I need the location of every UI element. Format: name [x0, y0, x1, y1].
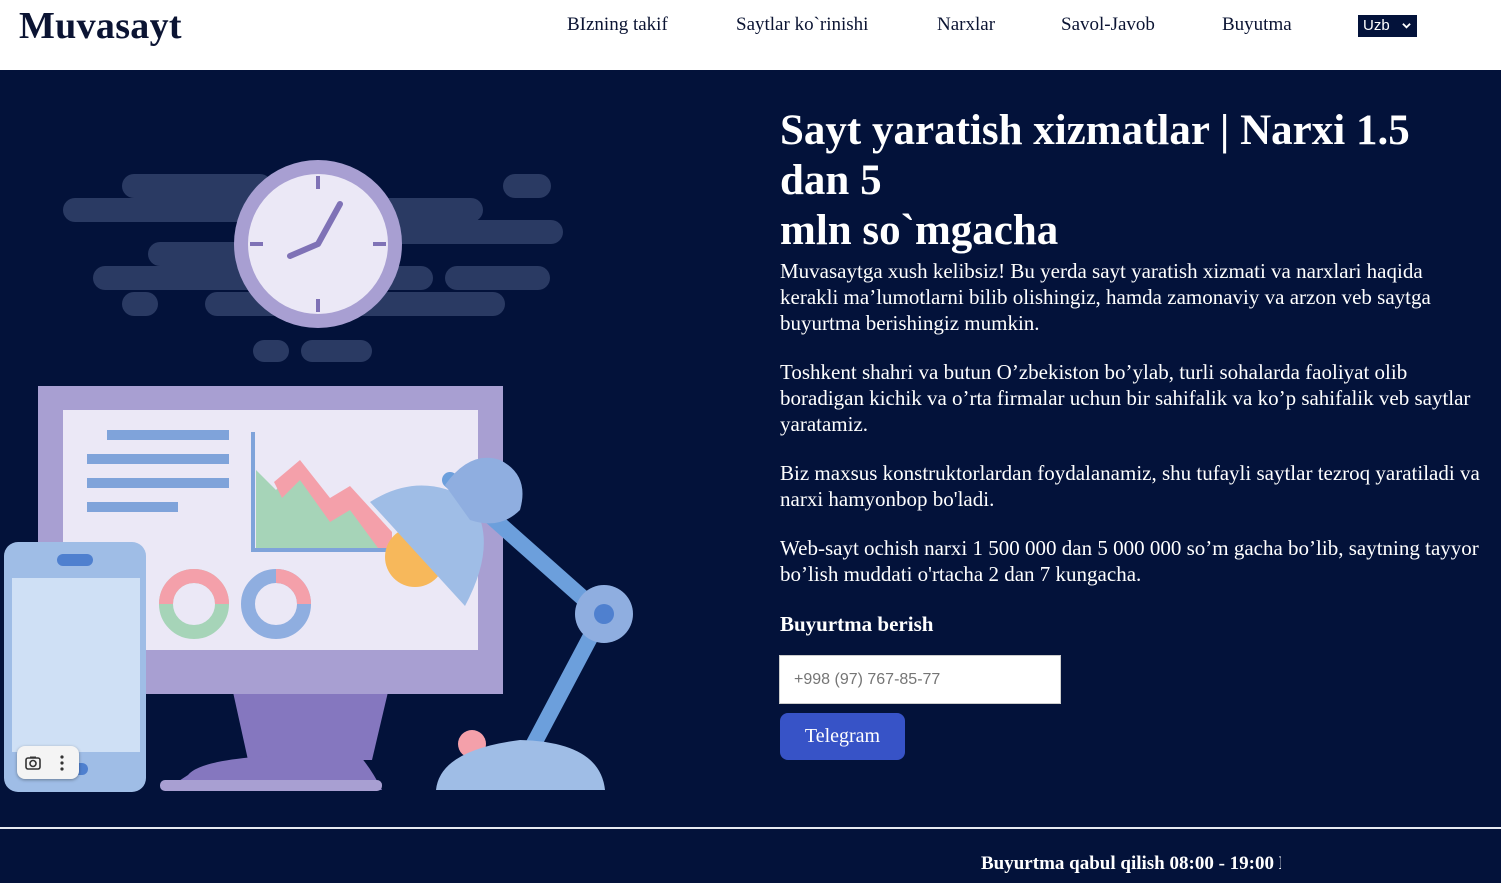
page-title-line: mln so`mgacha: [780, 207, 1059, 254]
nav-item-faq[interactable]: Savol-Javob: [1061, 14, 1155, 36]
camera-icon[interactable]: [24, 754, 42, 772]
hero-section: Sayt yaratish xizmatlar | Narxi 1.5 dan …: [0, 70, 1501, 828]
site-header: Muvasayt BIzning takif Saytlar ko`rinish…: [0, 0, 1501, 70]
price-paragraph: Web-sayt ochish narxi 1 500 000 dan 5 00…: [780, 536, 1479, 586]
working-hours-marquee: Buyurtma qabul qilish 08:00 - 19:00 Dush…: [981, 853, 1281, 874]
telegram-button[interactable]: Telegram: [780, 713, 905, 760]
more-vert-icon[interactable]: [55, 753, 69, 773]
nav-item-prices[interactable]: Narxlar: [937, 14, 995, 36]
nav-item-order[interactable]: Buyutma: [1222, 14, 1292, 36]
page-title: Sayt yaratish xizmatlar | Narxi 1.5 dan …: [780, 106, 1480, 256]
main-nav: BIzning takif Saytlar ko`rinishi Narxlar…: [0, 14, 1501, 40]
image-tools-overlay[interactable]: [17, 746, 79, 779]
page-title-line: Sayt yaratish xizmatlar | Narxi 1.5: [780, 107, 1410, 154]
phone-input[interactable]: [779, 655, 1061, 704]
page-title-line: dan 5: [780, 157, 882, 204]
order-heading: Buyurtma berish: [780, 612, 934, 636]
service-area-paragraph: Toshkent shahri va butun O’zbekiston bo’…: [780, 360, 1471, 436]
intro-paragraph: Muvasaytga xush kelibsiz! Bu yerda sayt …: [780, 259, 1431, 335]
workspace-illustration: [4, 160, 633, 792]
nav-item-our-offer[interactable]: BIzning takif: [567, 14, 668, 36]
hero-content: Sayt yaratish xizmatlar | Narxi 1.5 dan …: [780, 106, 1480, 637]
language-select[interactable]: Uzb: [1358, 15, 1417, 37]
footer-bar: Buyurtma qabul qilish 08:00 - 19:00 Dush…: [0, 829, 1501, 883]
nav-item-site-views[interactable]: Saytlar ko`rinishi: [736, 14, 868, 36]
language-select-value: Uzb: [1363, 17, 1390, 34]
chevron-down-icon: [1402, 23, 1411, 29]
constructor-paragraph: Biz maxsus konstruktorlardan foydalanami…: [780, 461, 1480, 511]
